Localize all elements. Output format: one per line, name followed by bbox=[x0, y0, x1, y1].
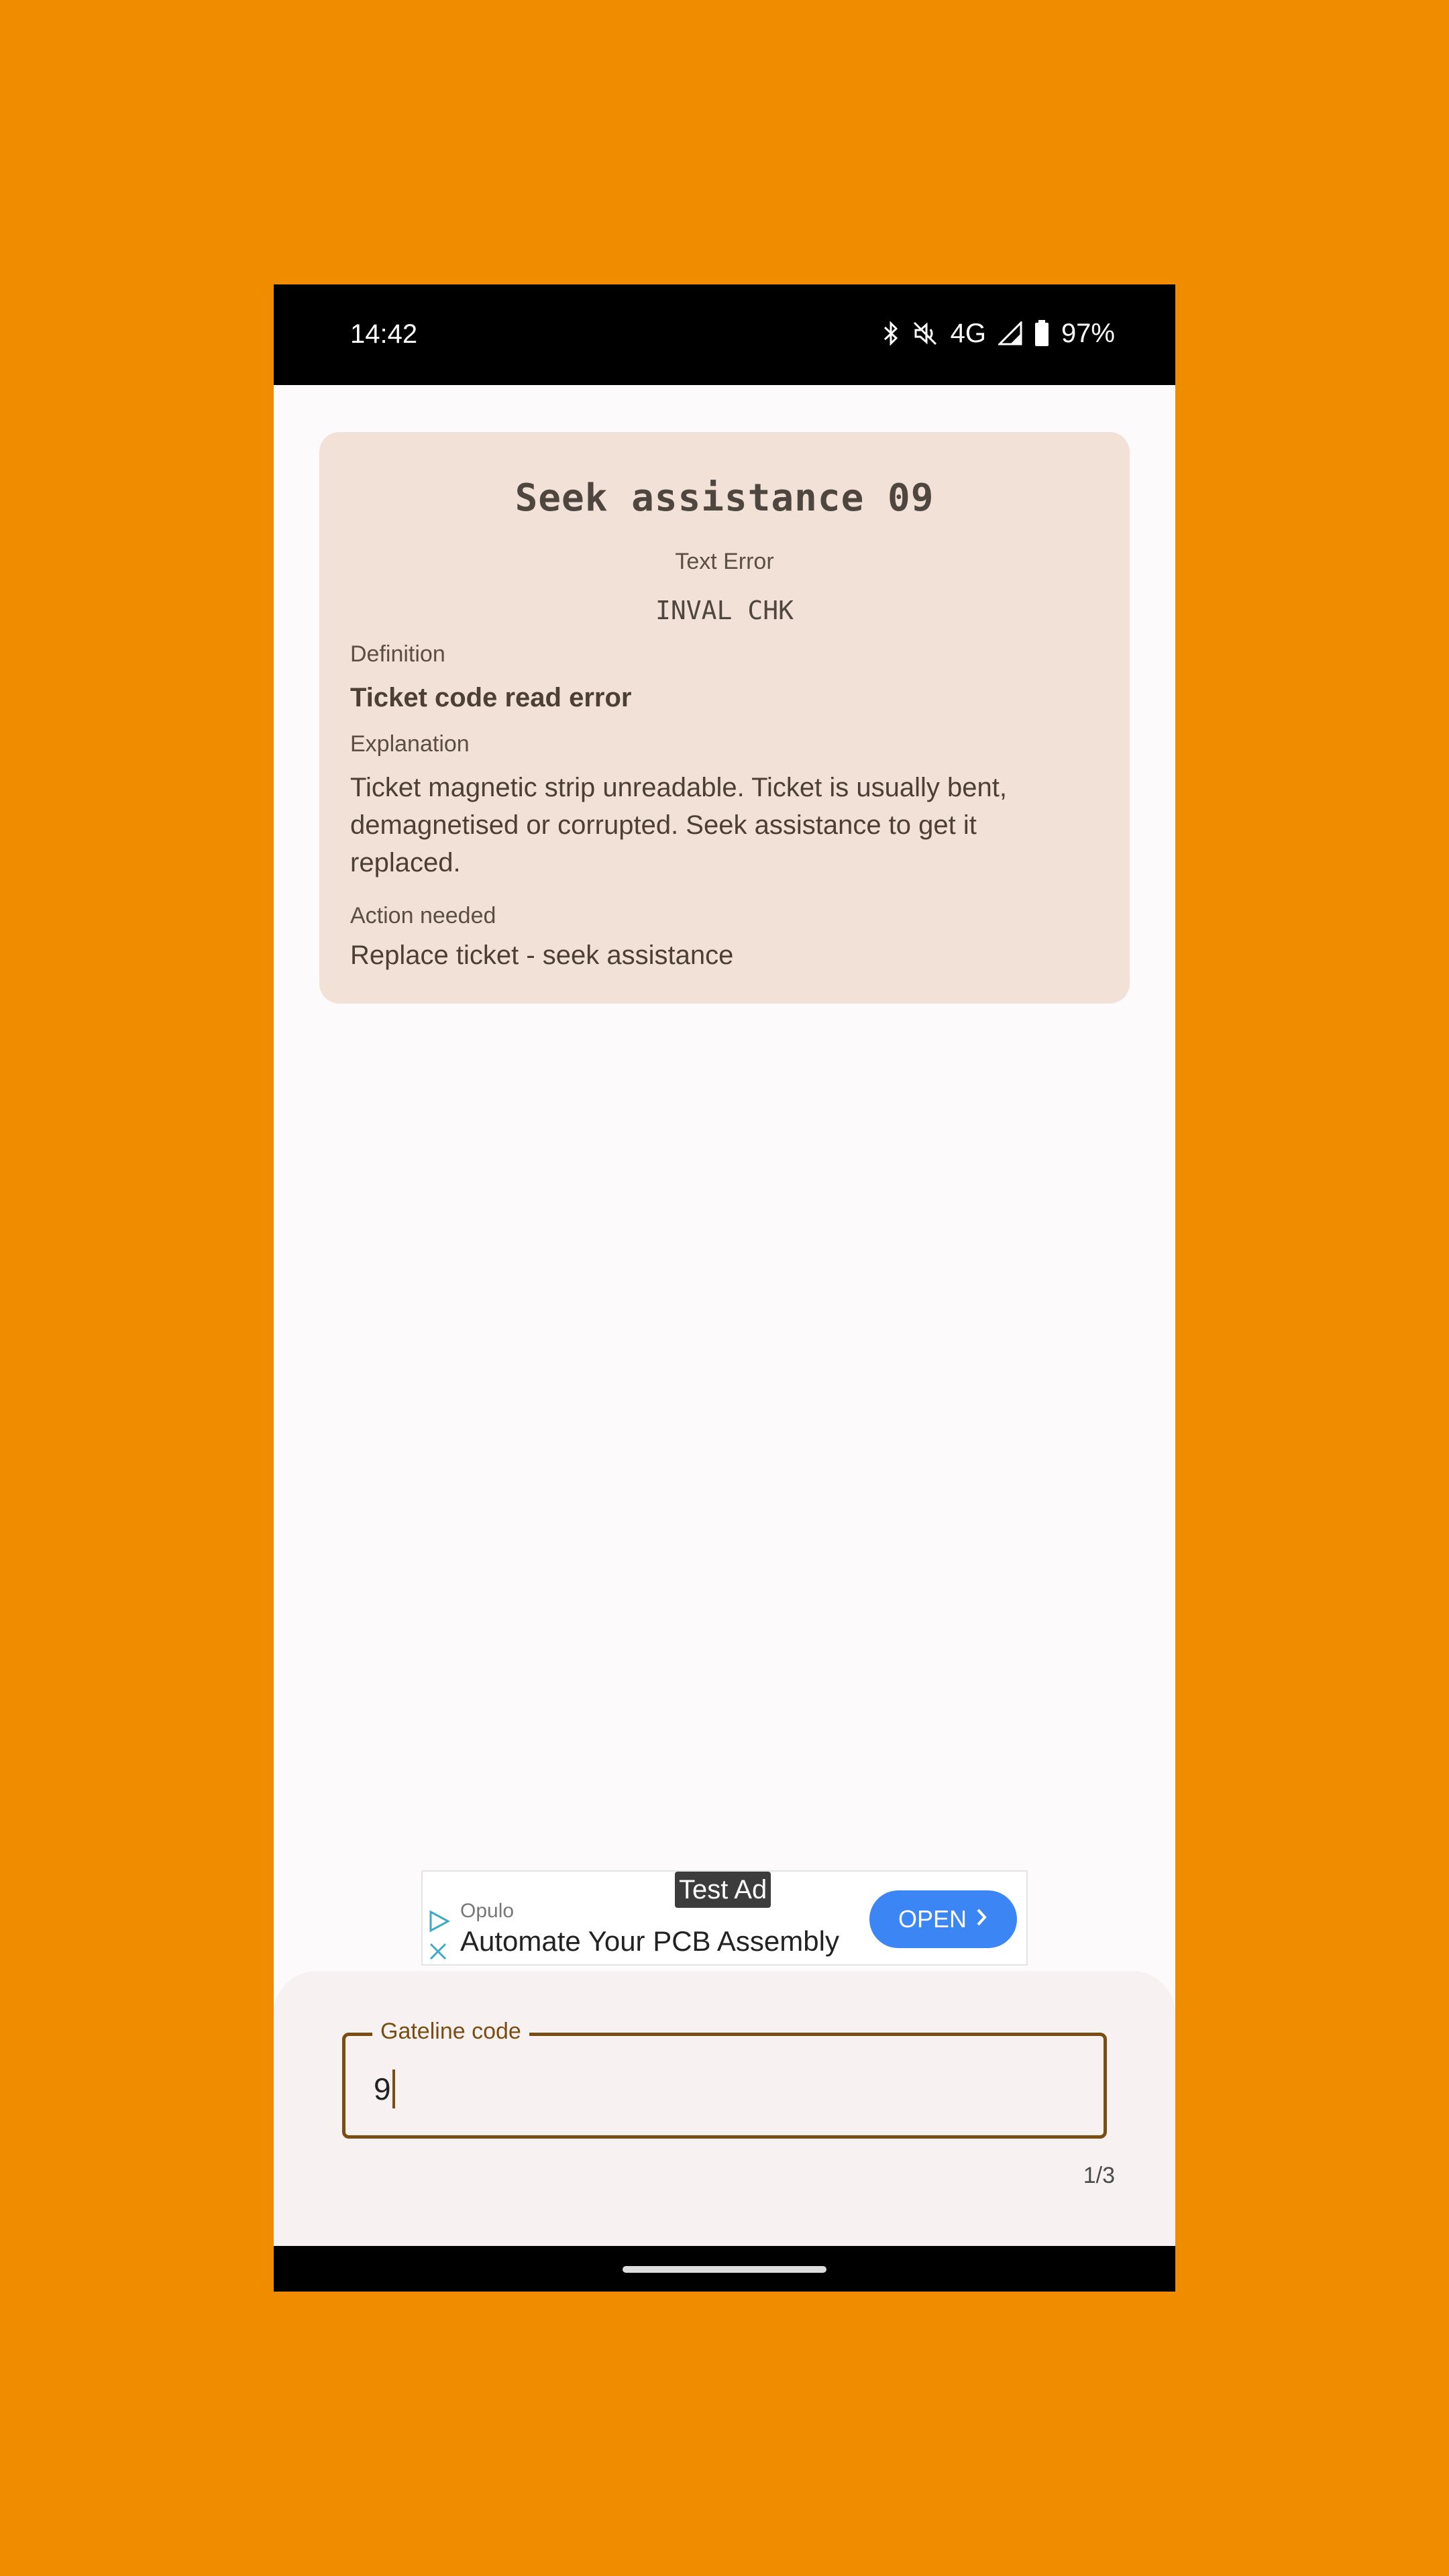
gateline-code-input[interactable]: Gateline code 9 bbox=[342, 2019, 1107, 2139]
input-sheet: Gateline code 9 1/3 bbox=[274, 1971, 1175, 2246]
error-code: INVAL CHK bbox=[655, 596, 794, 625]
character-counter: 1/3 bbox=[1083, 2163, 1115, 2188]
ad-banner[interactable]: Test Ad Opulo Automate Your PCB Assembly… bbox=[421, 1870, 1028, 1966]
ad-choices-icon[interactable] bbox=[425, 1908, 452, 1935]
error-type: Text Error bbox=[675, 549, 774, 574]
ad-open-label: OPEN bbox=[898, 1905, 967, 1933]
battery-icon bbox=[1034, 320, 1049, 347]
navigation-bar bbox=[274, 2246, 1175, 2292]
battery-level: 97% bbox=[1061, 318, 1115, 348]
gateline-code-label: Gateline code bbox=[372, 2019, 529, 2045]
network-label: 4G bbox=[950, 318, 986, 348]
ad-open-button[interactable]: OPEN bbox=[869, 1890, 1017, 1948]
input-text: 9 bbox=[374, 2072, 391, 2106]
action-label: Action needed bbox=[350, 903, 496, 928]
bluetooth-icon bbox=[882, 320, 900, 347]
definition-label: Definition bbox=[350, 641, 445, 667]
definition-text: Ticket code read error bbox=[350, 683, 632, 712]
explanation-text: Ticket magnetic strip unreadable. Ticket… bbox=[350, 773, 1007, 877]
home-handle[interactable] bbox=[623, 2266, 826, 2273]
ad-headline[interactable]: Automate Your PCB Assembly bbox=[460, 1925, 839, 1957]
gateline-code-value[interactable]: 9 bbox=[374, 2070, 395, 2108]
mute-icon bbox=[912, 320, 938, 347]
chevron-right-icon bbox=[975, 1905, 988, 1933]
signal-icon bbox=[998, 321, 1022, 345]
explanation-label: Explanation bbox=[350, 731, 470, 757]
text-caret bbox=[392, 2070, 395, 2108]
status-bar: 14:42 4G 97% bbox=[274, 284, 1175, 385]
phone-screen: 14:42 4G 97% Seek assistance 09 Text Err… bbox=[274, 284, 1175, 2292]
error-title: Seek assistance 09 bbox=[515, 476, 934, 520]
test-ad-badge: Test Ad bbox=[675, 1872, 771, 1908]
error-card: Seek assistance 09 Text Error INVAL CHK … bbox=[319, 432, 1130, 1004]
action-text: Replace ticket - seek assistance bbox=[350, 941, 734, 970]
status-icons: 4G 97% bbox=[882, 317, 1115, 350]
status-time: 14:42 bbox=[350, 319, 418, 349]
close-icon[interactable] bbox=[425, 1939, 451, 1964]
ad-advertiser: Opulo bbox=[460, 1900, 515, 1922]
